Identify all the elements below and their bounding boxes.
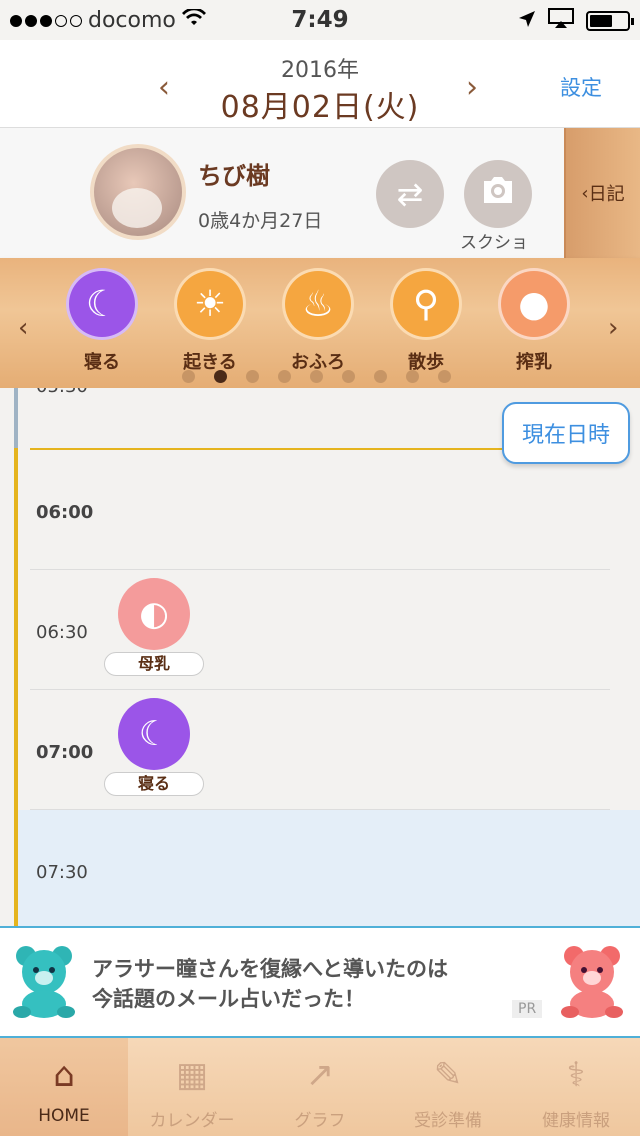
location-icon (518, 9, 536, 34)
ad-line-2: 今話題のメール占いだった！ (92, 987, 365, 1011)
swap-icon: ⇄ (396, 175, 424, 213)
pager-dot (246, 370, 259, 383)
baby-age: 0歳4か月27日 (198, 210, 323, 232)
avatar[interactable] (90, 144, 186, 240)
slot-time: 07:30 (36, 862, 88, 883)
pager-dot (374, 370, 387, 383)
chart-icon: ↗ (305, 1055, 335, 1095)
tab-stethoscope[interactable]: ⚕ 健康情報 (512, 1038, 640, 1136)
home-icon: ⌂ (53, 1055, 75, 1095)
status-bar: docomo 7:49 (0, 0, 640, 40)
time-slot[interactable]: 06:00 (30, 450, 610, 570)
baby-name: ちび樹 (198, 162, 270, 190)
sun-icon: ☀ (174, 268, 246, 340)
action-stroller[interactable]: ⚲ 散歩 (376, 268, 476, 374)
moon-icon: ☾ (66, 268, 138, 340)
next-day-icon[interactable]: › (466, 70, 478, 105)
slot-time: 06:30 (36, 622, 88, 643)
actions-next-icon[interactable]: › (608, 313, 618, 343)
chevron-left-icon: ‹ (581, 182, 589, 204)
year-label: 2016年 (281, 58, 359, 83)
slot-time: 07:00 (36, 742, 94, 763)
slot-time: 06:00 (36, 502, 94, 523)
pager-dot (310, 370, 323, 383)
diary-button[interactable]: ‹ 日記 (564, 128, 640, 258)
tab-label: HOME (38, 1106, 90, 1126)
tab-label: 健康情報 (542, 1111, 610, 1131)
pager-dot (278, 370, 291, 383)
breastfeed-icon: ◐ (118, 578, 190, 650)
airplay-icon (548, 8, 574, 34)
stroller-icon: ⚲ (390, 268, 462, 340)
date-header: 2016年 08月02日(火) ‹ › 設定 (0, 40, 640, 128)
tab-chart[interactable]: ↗ グラフ (256, 1038, 384, 1136)
switch-baby-button[interactable]: ⇄ (376, 160, 444, 228)
date-label: 08月02日(火) (220, 90, 420, 125)
time-slot[interactable]: 07:00 ☾ 寝る (30, 690, 610, 810)
action-moon[interactable]: ☾ 寝る (52, 268, 152, 374)
settings-button[interactable]: 設定 (560, 72, 602, 102)
bath-icon: ♨ (282, 268, 354, 340)
pager-dot (342, 370, 355, 383)
bear-icon (561, 946, 623, 1018)
timeline-event[interactable]: ☾ 寝る (104, 698, 204, 796)
stethoscope-icon: ⚕ (566, 1055, 586, 1095)
partial-time: 05:30 (36, 388, 88, 397)
prev-day-icon[interactable]: ‹ (158, 70, 170, 105)
tab-label: 受診準備 (414, 1111, 482, 1131)
ad-text: アラサー瞳さんを復縁へと導いたのは 今話題のメール占いだった！ (92, 954, 448, 1014)
pager-dot (182, 370, 195, 383)
pager-dot (438, 370, 451, 383)
past-line (14, 388, 18, 448)
baby-profile: ちび樹 0歳4か月27日 ⇄ スクショ ‹ 日記 (0, 128, 640, 258)
pager-dot (406, 370, 419, 383)
pump-icon: ● (498, 268, 570, 340)
action-pump[interactable]: ● 搾乳 (484, 268, 584, 374)
ad-banner[interactable]: アラサー瞳さんを復縁へと導いたのは 今話題のメール占いだった！ PR (0, 926, 640, 1038)
pager-dot (214, 370, 227, 383)
action-sun[interactable]: ☀ 起きる (160, 268, 260, 374)
pr-badge: PR (512, 1000, 543, 1018)
timeline[interactable]: 05:30 現在日時 06:0006:30◐母乳07:00☾寝る07:30 (0, 388, 640, 926)
timeline-event[interactable]: ◐ 母乳 (104, 578, 204, 676)
bear-icon (13, 946, 75, 1018)
ad-line-1: アラサー瞳さんを復縁へと導いたのは (92, 957, 448, 981)
diary-label: 日記 (588, 184, 625, 205)
tab-bar: ⌂ HOME ▦ カレンダー ↗ グラフ ✎ 受診準備 ⚕ 健康情報 (0, 1038, 640, 1136)
time-slot[interactable]: 07:30 (18, 810, 640, 926)
actions-prev-icon[interactable]: ‹ (18, 313, 28, 343)
tab-label: グラフ (294, 1111, 346, 1131)
action-bath[interactable]: ♨ おふろ (268, 268, 368, 374)
edit-icon: ✎ (433, 1055, 463, 1095)
tab-home[interactable]: ⌂ HOME (0, 1038, 128, 1136)
status-right (518, 8, 634, 34)
action-pager (182, 370, 451, 383)
camera-icon (480, 175, 516, 213)
action-label: 寝る (84, 352, 120, 373)
action-label: 搾乳 (516, 352, 552, 373)
calendar-icon: ▦ (175, 1055, 209, 1095)
tab-label: カレンダー (149, 1111, 235, 1131)
event-label: 母乳 (104, 652, 204, 676)
tab-edit[interactable]: ✎ 受診準備 (384, 1038, 512, 1136)
action-bar: ‹ › ☾ 寝る ☀ 起きる ♨ おふろ ⚲ 散歩 ● 搾乳 (0, 258, 640, 388)
tab-calendar[interactable]: ▦ カレンダー (128, 1038, 256, 1136)
moon-icon: ☾ (118, 698, 190, 770)
screenshot-button[interactable] (464, 160, 532, 228)
time-slot[interactable]: 06:30 ◐ 母乳 (30, 570, 610, 690)
battery-icon (586, 11, 634, 31)
event-label: 寝る (104, 772, 204, 796)
screenshot-label: スクショ (460, 233, 528, 253)
